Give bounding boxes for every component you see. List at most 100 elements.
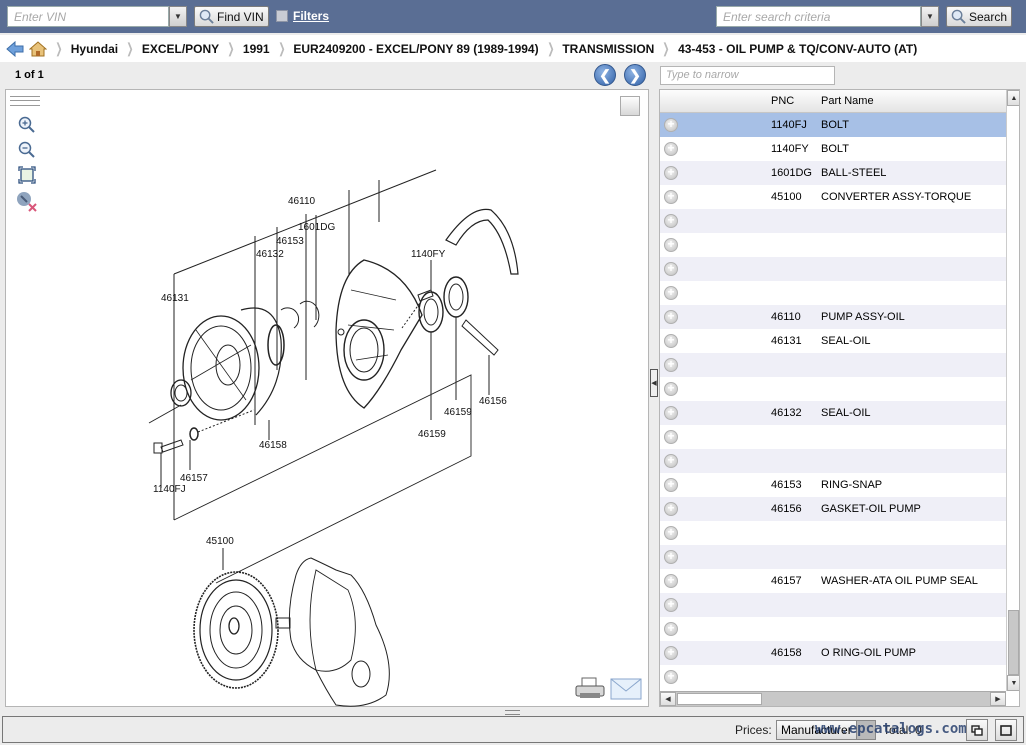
parts-table-row[interactable] — [660, 257, 1006, 281]
scroll-left-button[interactable]: ◀ — [660, 692, 676, 706]
parts-table-row[interactable] — [660, 353, 1006, 377]
parts-table-row[interactable] — [660, 233, 1006, 257]
clear-highlight-button[interactable] — [16, 191, 38, 213]
zoom-out-button[interactable] — [16, 139, 38, 161]
callout-46131[interactable]: 46131 — [161, 293, 189, 304]
add-to-cart-icon[interactable] — [664, 117, 678, 132]
parts-table-row[interactable] — [660, 449, 1006, 473]
search-button[interactable]: Search — [946, 6, 1013, 27]
breadcrumb-item-make[interactable]: Hyundai — [71, 42, 118, 56]
email-icon[interactable] — [610, 678, 642, 700]
add-to-cart-icon[interactable] — [664, 333, 678, 348]
callout-45100[interactable]: 45100 — [206, 536, 234, 547]
add-to-cart-icon[interactable] — [664, 645, 678, 660]
callout-1601dg[interactable]: 1601DG — [298, 222, 335, 233]
parts-table-row[interactable]: 1140FY BOLT — [660, 137, 1006, 161]
add-to-cart-icon[interactable] — [664, 285, 678, 300]
parts-table-row[interactable] — [660, 617, 1006, 641]
add-to-cart-icon[interactable] — [664, 213, 678, 228]
search-dropdown-button[interactable]: ▼ — [921, 6, 939, 27]
filters-checkbox[interactable] — [276, 10, 288, 22]
parts-table-row[interactable]: 1601DG BALL-STEEL — [660, 161, 1006, 185]
parts-table-row[interactable]: 46132 SEAL-OIL — [660, 401, 1006, 425]
add-to-cart-icon[interactable] — [664, 453, 678, 468]
add-to-cart-icon[interactable] — [664, 405, 678, 420]
find-vin-button[interactable]: Find VIN — [194, 6, 269, 27]
add-to-cart-icon[interactable] — [664, 477, 678, 492]
callout-46110[interactable]: 46110 — [288, 196, 316, 207]
callout-46159-b[interactable]: 46159 — [418, 429, 446, 440]
callout-1140fj[interactable]: 1140FJ — [153, 484, 186, 495]
add-to-cart-icon[interactable] — [664, 165, 678, 180]
add-to-cart-icon[interactable] — [664, 189, 678, 204]
parts-table-row[interactable]: 45100 CONVERTER ASSY-TORQUE — [660, 185, 1006, 209]
parts-table-row[interactable] — [660, 377, 1006, 401]
parts-table-row[interactable]: 46110 PUMP ASSY-OIL — [660, 305, 1006, 329]
callout-46156[interactable]: 46156 — [479, 396, 507, 407]
add-to-cart-icon[interactable] — [664, 357, 678, 372]
maximize-diagram-button[interactable] — [620, 96, 640, 116]
add-to-cart-icon[interactable] — [664, 669, 678, 684]
add-to-cart-icon[interactable] — [664, 597, 678, 612]
parts-table-row[interactable]: 46157 WASHER-ATA OIL PUMP SEAL — [660, 569, 1006, 593]
column-header-part-name[interactable]: Part Name — [821, 95, 874, 107]
search-input[interactable]: Enter search criteria — [716, 6, 921, 27]
parts-table-row[interactable] — [660, 209, 1006, 233]
zoom-in-button[interactable] — [16, 114, 38, 136]
parts-table-row[interactable]: 46158 O RING-OIL PUMP — [660, 641, 1006, 665]
narrow-filter-input[interactable]: Type to narrow — [660, 66, 835, 85]
parts-table-row[interactable] — [660, 593, 1006, 617]
callout-46157[interactable]: 46157 — [180, 473, 208, 484]
column-header-pnc[interactable]: PNC — [771, 95, 794, 107]
add-to-cart-icon[interactable] — [664, 141, 678, 156]
breadcrumb-item-year[interactable]: 1991 — [243, 42, 270, 56]
maximize-window-button[interactable] — [995, 719, 1017, 741]
callout-46153[interactable]: 46153 — [276, 236, 304, 247]
previous-page-button[interactable]: ❮ — [594, 64, 616, 86]
scroll-right-button[interactable]: ▶ — [990, 692, 1006, 706]
breadcrumb-item-catalog[interactable]: EUR2409200 - EXCEL/PONY 89 (1989-1994) — [293, 42, 538, 56]
parts-table-row[interactable] — [660, 545, 1006, 569]
toolbar-grip-icon[interactable] — [10, 96, 40, 106]
add-to-cart-icon[interactable] — [664, 429, 678, 444]
fit-to-screen-button[interactable] — [16, 164, 38, 186]
add-to-cart-icon[interactable] — [664, 621, 678, 636]
add-to-cart-icon[interactable] — [664, 261, 678, 276]
breadcrumb-item-model[interactable]: EXCEL/PONY — [142, 42, 219, 56]
add-to-cart-icon[interactable] — [664, 237, 678, 252]
breadcrumb-item-group[interactable]: TRANSMISSION — [562, 42, 654, 56]
add-to-cart-icon[interactable] — [664, 309, 678, 324]
horizontal-scroll-thumb[interactable] — [677, 693, 762, 705]
parts-table-row[interactable] — [660, 665, 1006, 689]
restore-window-button[interactable] — [966, 719, 988, 741]
add-to-cart-icon[interactable] — [664, 549, 678, 564]
vertical-scrollbar[interactable]: ▲ ▼ — [1006, 90, 1019, 691]
add-to-cart-icon[interactable] — [664, 573, 678, 588]
scroll-up-button[interactable]: ▲ — [1007, 90, 1019, 106]
parts-table-row[interactable]: 46156 GASKET-OIL PUMP — [660, 497, 1006, 521]
vin-input[interactable]: Enter VIN — [7, 6, 169, 27]
filters-link[interactable]: Filters — [293, 9, 329, 23]
horizontal-scrollbar[interactable]: ◀ ▶ — [660, 691, 1006, 706]
add-to-cart-icon[interactable] — [664, 525, 678, 540]
callout-46158[interactable]: 46158 — [259, 440, 287, 451]
parts-table-row[interactable] — [660, 281, 1006, 305]
callout-46132[interactable]: 46132 — [256, 249, 284, 260]
parts-table-row[interactable]: 46131 SEAL-OIL — [660, 329, 1006, 353]
scroll-down-button[interactable]: ▼ — [1007, 675, 1019, 691]
splitter-grip-icon[interactable] — [505, 710, 520, 715]
print-icon[interactable] — [574, 676, 606, 700]
parts-table-row[interactable]: 1140FJ BOLT — [660, 113, 1006, 137]
parts-table-row[interactable] — [660, 425, 1006, 449]
add-to-cart-icon[interactable] — [664, 381, 678, 396]
parts-table-row[interactable]: 46153 RING-SNAP — [660, 473, 1006, 497]
back-arrow-icon[interactable] — [6, 40, 24, 57]
home-icon[interactable] — [29, 40, 47, 57]
collapse-panel-handle[interactable]: ◀ — [650, 369, 658, 397]
next-page-button[interactable]: ❯ — [624, 64, 646, 86]
vin-dropdown-button[interactable]: ▼ — [169, 6, 187, 27]
add-to-cart-icon[interactable] — [664, 501, 678, 516]
callout-1140fy[interactable]: 1140FY — [411, 249, 446, 260]
parts-table-row[interactable] — [660, 521, 1006, 545]
vertical-scroll-thumb[interactable] — [1008, 610, 1019, 675]
